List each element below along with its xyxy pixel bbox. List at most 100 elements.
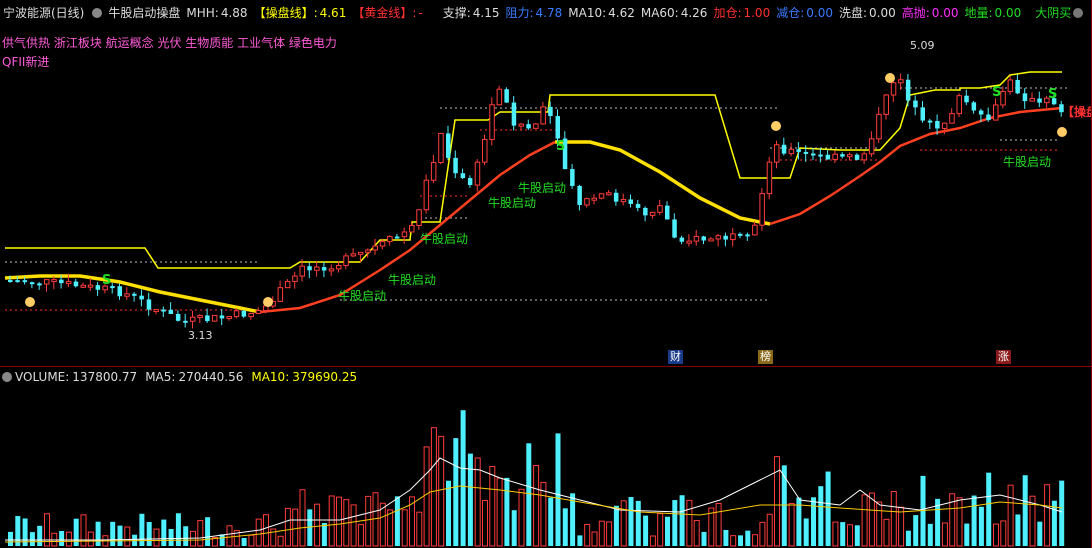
pane-divider[interactable] [0,366,1092,367]
candle-body [467,178,473,186]
candle-body [562,138,568,170]
limit-up-marker[interactable]: 涨 [996,350,1011,364]
candle-body [861,153,868,161]
volume-bar [657,513,664,547]
finance-marker[interactable]: 财 [668,350,683,364]
candle-body [606,192,612,196]
candle-body [37,283,42,286]
volume-bar [956,497,963,547]
volume-bar [854,525,860,546]
candle-body [277,287,284,302]
candle-body [964,95,969,103]
volume-bar [284,507,291,547]
volume-bar [299,489,306,547]
volume-bar [591,531,598,547]
add-label: 加仓: [713,6,742,20]
volume-bar [401,509,408,547]
volume-bar [387,509,394,547]
volume-bar [548,497,554,546]
candle-body [620,198,627,203]
chart-window: 宁波能源(日线) 牛股启动操盘 MHH: 4.88 【操盘线】: 4.61 【黄金线】: - 支… [0,0,1092,548]
candle-body [971,102,977,111]
low-price-label: 3.13 [188,329,213,342]
volume-bar [430,427,437,547]
candle-body [453,157,458,174]
stock-title[interactable]: 宁波能源(日线) [3,6,84,20]
volume-bar [555,433,561,546]
volume-bar [409,496,415,547]
volume-bar [935,498,941,546]
candle-body [139,295,144,300]
volume-bar [197,520,204,547]
candle-body [80,284,86,288]
candle-body [117,286,122,297]
price-chart[interactable]: 3.13 5.09 牛股启动 牛股启动 牛股启动 牛股启动 牛股启动 牛股启动 … [0,0,1092,548]
candle-body [876,113,882,140]
candle-body [635,203,641,208]
candle-body [314,266,320,271]
volume-bar [117,525,123,546]
candle-body [993,104,999,121]
candle-body [372,245,378,251]
settings-gear-icon[interactable] [92,7,103,18]
volume-bar [226,525,233,547]
candle-body [686,240,692,244]
candle-body [708,238,714,242]
candle-body [1029,98,1035,102]
candle-body [175,313,181,321]
candle-body [832,153,838,160]
volume-bar [584,523,591,547]
s-marker-1: S [102,273,111,288]
high-price-label: 5.09 [910,39,935,52]
support-value: 4.15 [472,6,500,20]
candlesticks [8,73,1064,329]
volume-bar [759,521,766,547]
volume-bar [241,537,247,546]
volume-bar [8,531,13,546]
volume-bar [183,526,189,546]
volume-bar [964,523,970,546]
volume-bar [526,443,532,546]
candle-body [161,309,166,312]
candle-body [825,154,831,160]
volume-bar [643,515,649,546]
indicator-name[interactable]: 牛股启动操盘 [108,6,180,20]
high-label: 高抛: [901,6,930,20]
mhh-label: MHH: [186,6,219,20]
candle-body [584,198,590,206]
volume-bar [927,523,933,546]
right-indicator-label[interactable]: 大阴买 [1035,6,1071,20]
candle-body [920,107,925,121]
volume-bar [883,518,890,547]
candle-body [460,173,466,179]
candle-body [548,106,553,117]
chevron-down-icon[interactable] [1073,7,1084,18]
concept-tags[interactable]: 供气供热 浙江板块 航运概念 光伏 生物质能 工业气体 绿色电力 [2,34,337,51]
candle-body [446,133,451,158]
annotations: 3.13 5.09 牛股启动 牛股启动 牛股启动 牛股启动 牛股启动 牛股启动 … [102,39,1092,342]
volume-bar [314,503,321,547]
low-value: 0.00 [994,6,1022,20]
candle-body [518,123,524,127]
volume-settings-icon[interactable] [2,371,12,382]
side-label: 【操盘 [1062,104,1092,119]
candle-body [540,106,546,125]
volume-bar [766,513,773,547]
ma10-label: MA10: [568,6,607,20]
candle-body [190,316,196,322]
s-marker-4: S [1048,87,1057,102]
volume-bar [307,509,313,546]
candle-body [438,132,444,164]
volume-bar [343,499,350,547]
qfii-tag[interactable]: QFII新进 [2,53,49,70]
candle-body [401,231,408,238]
candle-body [913,100,918,108]
ranking-marker[interactable]: 榜 [758,350,773,364]
candle-body [745,234,750,237]
volume-bar [190,530,196,547]
candle-body [905,79,911,101]
candle-body [153,309,159,313]
candle-body [643,207,648,216]
candle-body [328,268,335,272]
candle-body [416,209,422,227]
